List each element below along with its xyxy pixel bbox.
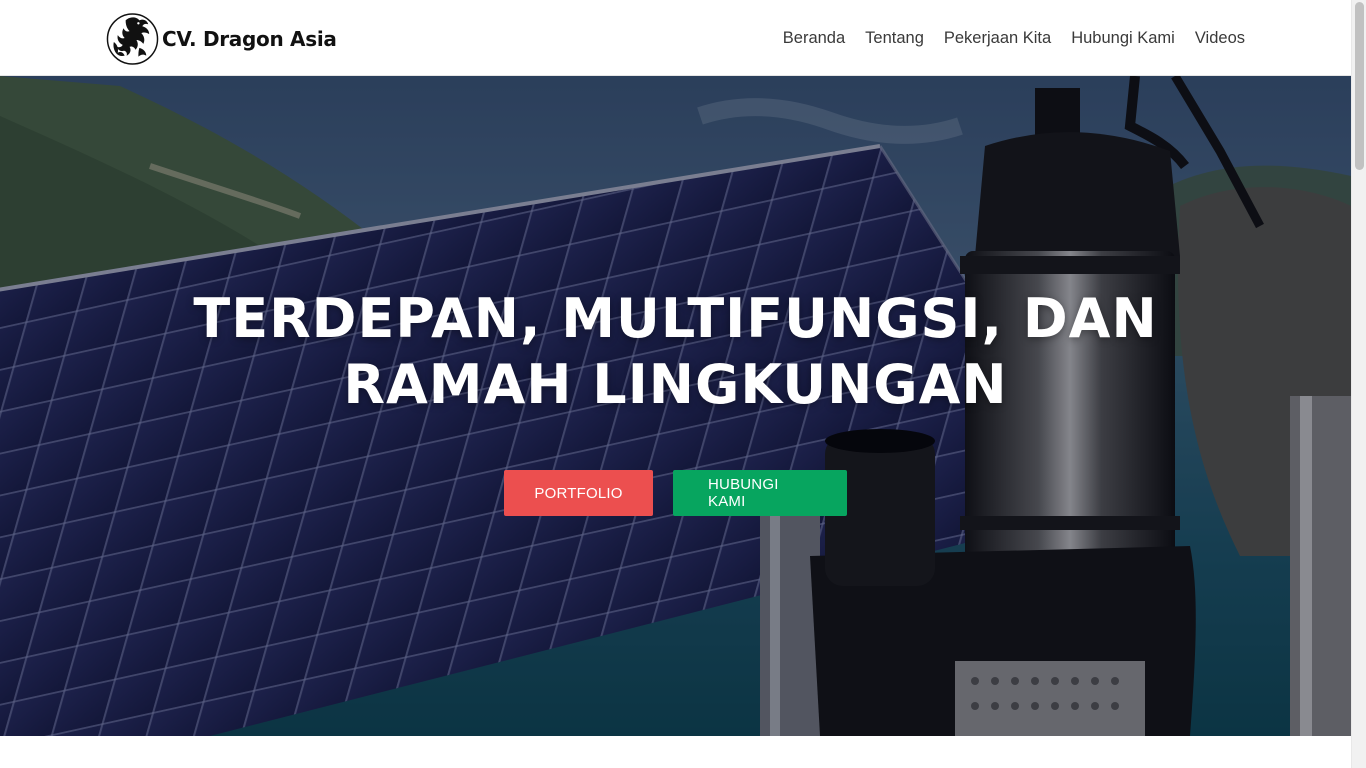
site-header: CV. Dragon Asia Beranda Tentang Pekerjaa… xyxy=(0,0,1351,76)
nav-item-tentang[interactable]: Tentang xyxy=(865,29,924,48)
nav-item-hubungi-kami[interactable]: Hubungi Kami xyxy=(1071,29,1175,48)
brand-name: CV. Dragon Asia xyxy=(162,27,337,51)
hero-actions: Portfolio Hubungi Kami xyxy=(0,470,1351,516)
brand-link[interactable]: CV. Dragon Asia xyxy=(106,12,337,66)
hero-title: TERDEPAN, MULTIFUNGSI, DAN RAMAH LINGKUN… xyxy=(193,287,1158,416)
scrollbar-thumb[interactable] xyxy=(1355,2,1364,170)
nav-item-beranda[interactable]: Beranda xyxy=(783,29,845,48)
nav-item-videos[interactable]: Videos xyxy=(1195,29,1245,48)
contact-button[interactable]: Hubungi Kami xyxy=(673,470,847,516)
hero-section: TERDEPAN, MULTIFUNGSI, DAN RAMAH LINGKUN… xyxy=(0,76,1351,736)
main-nav: Beranda Tentang Pekerjaan Kita Hubungi K… xyxy=(783,0,1245,76)
page-scrollbar[interactable] xyxy=(1351,0,1366,768)
portfolio-button[interactable]: Portfolio xyxy=(504,470,653,516)
nav-item-pekerjaan-kita[interactable]: Pekerjaan Kita xyxy=(944,29,1051,48)
dragon-logo-icon xyxy=(106,13,159,65)
